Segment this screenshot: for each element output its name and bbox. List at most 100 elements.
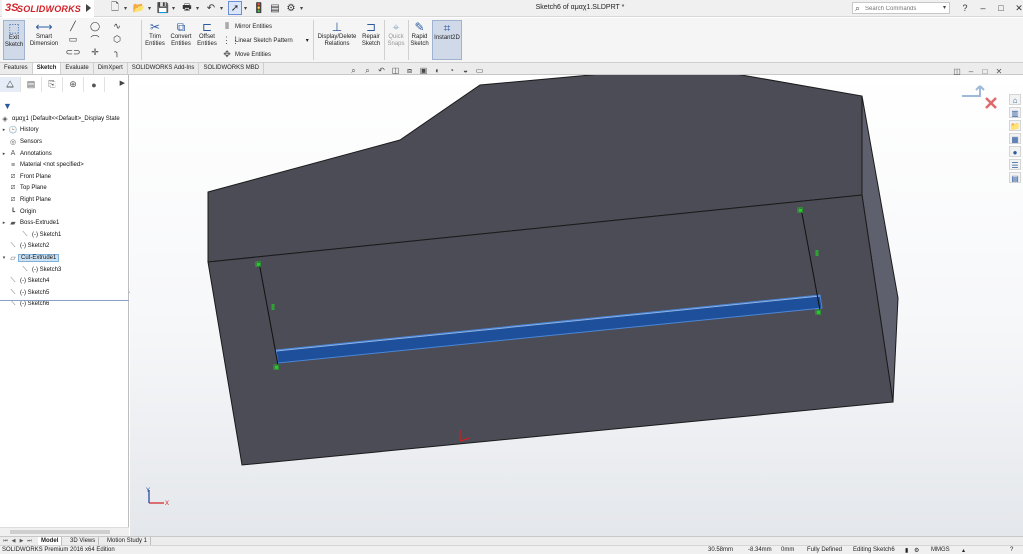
print-icon[interactable]: 🖶 [180, 1, 194, 15]
previous-view-icon[interactable]: ↶ [376, 66, 387, 76]
tree-node[interactable]: ⟍ (-) Sketch4 [0, 275, 129, 287]
appearances-icon[interactable]: ● [1009, 146, 1021, 157]
property-manager-tab-icon[interactable]: ▤ [21, 77, 42, 92]
offset-entities-button[interactable]: ⊏ Offset Entities [196, 20, 218, 60]
undo-dropdown-icon[interactable]: ▾ [220, 1, 226, 15]
tab-dimxpert[interactable]: DimXpert [94, 63, 128, 74]
expand-arrow-icon[interactable]: ▸ [0, 151, 8, 157]
next-tab-icon[interactable]: ▶ [18, 537, 25, 545]
new-document-icon[interactable]: 🗋 [108, 1, 122, 15]
tree-node[interactable]: ▸ ▰ Boss-Extrude1 [0, 217, 129, 229]
tree-node[interactable]: ▸ A Annotations [0, 148, 129, 160]
viewport-minimize-icon[interactable]: – [966, 67, 976, 76]
options-dropdown-icon[interactable]: ▾ [300, 1, 306, 15]
mirror-entities-button[interactable]: ⫴ Mirror Entities [222, 21, 272, 32]
print-dropdown-icon[interactable]: ▾ [196, 1, 202, 15]
expand-arrow-icon[interactable]: ▸ [0, 220, 8, 226]
expand-arrow-icon[interactable]: ▾ [0, 255, 8, 261]
tree-node[interactable]: ≡ Material <not specified> [0, 159, 129, 171]
vertical-relation-icon[interactable]: ‖ [271, 303, 275, 312]
line-icon[interactable]: ╱ [62, 20, 84, 33]
pattern-dropdown-icon[interactable]: ▾ [306, 37, 309, 44]
status-icon[interactable]: ⚙ [914, 547, 919, 554]
panel-expand-arrow-icon[interactable]: ▶ [120, 79, 125, 87]
viewport-maximize-icon[interactable]: □ [980, 67, 990, 76]
display-manager-tab-icon[interactable]: ● [84, 77, 105, 92]
new-dropdown-icon[interactable]: ▾ [124, 1, 130, 15]
apply-scene-icon[interactable]: ◒ [460, 66, 471, 76]
tree-node[interactable]: ⟍ (-) Sketch3 [0, 264, 129, 276]
hide-show-items-icon[interactable]: ◐ [432, 66, 443, 76]
move-entities-button[interactable]: ✥ Move Entities [222, 49, 271, 60]
rebuild-icon[interactable]: 🚦 [252, 1, 266, 15]
instant2d-button[interactable]: ⌗ Instant2D [432, 20, 462, 60]
feature-manager-tab-icon[interactable]: ⧋ [0, 77, 21, 92]
save-icon[interactable]: 💾 [156, 1, 170, 15]
exit-sketch-button[interactable]: ⬚ Exit Sketch [3, 20, 25, 60]
point-icon[interactable]: ✛ [84, 46, 106, 59]
unit-dropdown-icon[interactable]: ▴ [962, 547, 965, 554]
rebuild-status-icon[interactable]: ▮ [905, 547, 908, 554]
custom-properties-icon[interactable]: ☰ [1009, 159, 1021, 170]
search-input[interactable] [865, 4, 937, 13]
tree-node[interactable]: ⟍ (-) Sketch2 [0, 241, 129, 253]
exit-sketch-corner-icon[interactable] [960, 82, 1000, 112]
tree-node[interactable]: ◎ Sensors [0, 136, 129, 148]
search-commands-box[interactable]: ⌕ ▾ [852, 2, 950, 14]
last-tab-icon[interactable]: ⏭ [26, 537, 33, 545]
solidworks-logo[interactable]: 3S SOLIDWORKS [2, 0, 94, 17]
tree-node[interactable]: ▾ ▱ Cut-Extrude1 [0, 252, 129, 264]
first-tab-icon[interactable]: ⏮ [2, 537, 9, 545]
spline-icon[interactable]: ∿ [106, 20, 128, 33]
select-cursor-icon[interactable]: ➚ [228, 1, 242, 15]
tab-solidworks-add-ins[interactable]: SOLIDWORKS Add-Ins [128, 63, 200, 74]
tree-node[interactable]: ┗ Origin [0, 206, 129, 218]
help-status-icon[interactable]: ? [1010, 547, 1013, 553]
tree-node[interactable]: ⧄ Top Plane [0, 183, 129, 195]
display-delete-relations-button[interactable]: ⊥ Display/Delete Relations [316, 20, 358, 60]
vertical-relation-icon[interactable]: ‖ [815, 249, 819, 258]
trim-entities-button[interactable]: ✂ Trim Entities [144, 20, 166, 60]
graphics-area[interactable]: ▣ ▣ ‖ ‖ ▣ ▣ Y X [130, 75, 1023, 536]
arc-icon[interactable]: ⌒ [84, 33, 106, 46]
fillet-icon[interactable]: ╮ [106, 46, 128, 59]
search-dropdown-icon[interactable]: ▾ [943, 4, 946, 11]
relation-icon[interactable]: ▣ [273, 364, 280, 371]
horizontal-scrollbar[interactable] [0, 527, 129, 536]
smart-dimension-button[interactable]: ⟷ Smart Dimension [28, 20, 60, 60]
design-library-icon[interactable]: ▥ [1009, 107, 1021, 118]
slot-icon[interactable]: ⊂⊃ [62, 46, 84, 59]
relation-icon[interactable]: ▣ [815, 309, 822, 316]
circle-icon[interactable]: ◯ [84, 20, 106, 33]
convert-entities-button[interactable]: ⧉ Convert Entities [168, 20, 194, 60]
tab-features[interactable]: Features [0, 63, 33, 74]
select-dropdown-icon[interactable]: ▾ [244, 1, 250, 15]
rollback-bar[interactable] [0, 300, 129, 301]
forum-icon[interactable]: ▤ [1009, 172, 1021, 183]
close-button[interactable]: ✕ [1012, 1, 1023, 15]
filter-icon[interactable]: ▼ [3, 101, 12, 111]
rectangle-icon[interactable]: ▭ [62, 33, 84, 46]
view-settings-icon[interactable]: ▭ [474, 66, 485, 76]
relation-icon[interactable]: ▣ [797, 207, 804, 214]
menu-expand-arrow-icon[interactable] [86, 4, 91, 12]
options-gear-icon[interactable]: ⚙ [284, 1, 298, 15]
tab-solidworks-mbd[interactable]: SOLIDWORKS MBD [199, 63, 265, 74]
repair-sketch-button[interactable]: ⊐ Repair Sketch [360, 20, 382, 60]
save-dropdown-icon[interactable]: ▾ [172, 1, 178, 15]
zoom-to-fit-icon[interactable]: ⌕ [348, 66, 359, 76]
tab-evaluate[interactable]: Evaluate [61, 63, 94, 74]
tree-node[interactable]: ⟍ (-) Sketch5 [0, 287, 129, 299]
open-icon[interactable]: 📂 [132, 1, 146, 15]
configuration-manager-tab-icon[interactable]: ⎘ [42, 77, 63, 92]
tree-node[interactable]: ▸ 🕒 History [0, 125, 129, 137]
model-view[interactable]: ▣ ▣ ‖ ‖ ▣ ▣ Y X [130, 75, 1023, 536]
minimize-button[interactable]: – [976, 1, 990, 15]
tree-root-part[interactable]: ◈ αμαχ1 (Default<<Default>_Display State [0, 113, 129, 125]
open-dropdown-icon[interactable]: ▾ [148, 1, 154, 15]
viewport-close-icon[interactable]: ✕ [994, 67, 1004, 76]
scrollbar-thumb[interactable] [10, 530, 110, 534]
file-properties-icon[interactable]: ▤ [268, 1, 282, 15]
tree-node[interactable]: ⧄ Front Plane [0, 171, 129, 183]
undo-icon[interactable]: ↶ [204, 1, 218, 15]
